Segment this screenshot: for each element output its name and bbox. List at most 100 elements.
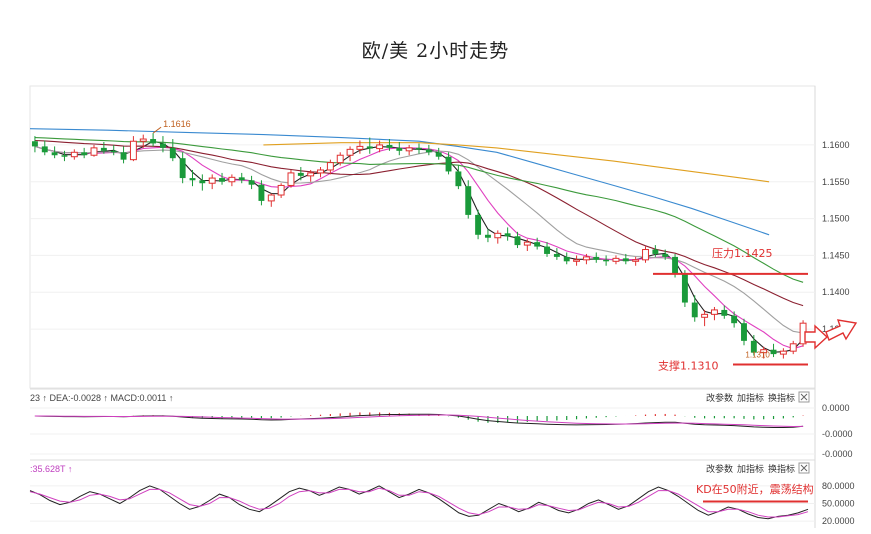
candle-body <box>228 176 236 183</box>
candle-body <box>61 155 68 157</box>
candle-body <box>445 156 452 172</box>
candle-body <box>139 138 147 142</box>
kd-d-line <box>29 487 809 518</box>
candle-body <box>90 147 98 156</box>
candle-body <box>691 302 698 318</box>
candle-body <box>553 253 560 257</box>
main-ytick-label: 1.1550 <box>822 177 850 187</box>
macd-button-2[interactable]: 换指标 <box>768 392 795 403</box>
candle-body <box>258 184 265 201</box>
candle-body <box>573 259 581 262</box>
candle-body <box>642 249 649 261</box>
candle-body <box>484 234 491 238</box>
candle-body <box>396 147 403 151</box>
kd-panel: 80.0000 50.0000 20.0000 :35.628T ↑ 改参数 加指标换… <box>29 459 855 526</box>
candle-body <box>70 151 78 158</box>
candle-body <box>169 147 176 159</box>
candle-body <box>563 256 570 262</box>
kd-button-2[interactable]: 换指标 <box>768 463 795 474</box>
candle-body <box>150 139 157 144</box>
kd-legend: :35.628T ↑ <box>30 464 72 474</box>
kd-button-1[interactable]: 加指标 <box>737 463 764 474</box>
macd-panel: 0.0000 -0.0000 -0.0000 23 ↑ DEA:-0.0028 ↑ … <box>30 388 853 459</box>
candle-body <box>710 309 718 315</box>
candle-body <box>475 214 482 235</box>
candle-body <box>504 233 511 237</box>
main-panel: 1.16001.15501.15001.14501.14001.1350 1.1… <box>29 85 858 528</box>
candle-body <box>593 256 600 260</box>
kd-annotation: KD在50附近，震荡结构 <box>696 482 814 496</box>
candle-body <box>267 194 275 202</box>
candle-body <box>317 169 324 174</box>
candle-body <box>100 147 107 151</box>
candle-body <box>208 177 216 184</box>
kd-ytick-label: 80.0000 <box>822 481 855 491</box>
candle-body <box>120 152 127 160</box>
candle-body <box>603 259 610 262</box>
candle-body <box>307 172 315 177</box>
low-marker-label: 1.1310 <box>745 351 770 360</box>
main-ytick-label: 1.1600 <box>822 140 850 150</box>
candle-body <box>514 236 521 246</box>
candle-body <box>51 152 58 156</box>
candle-body <box>425 149 432 153</box>
arrow-up-right-icon <box>825 319 858 341</box>
candle-body <box>731 315 738 324</box>
candle-body <box>41 146 48 153</box>
candle-body <box>189 178 196 181</box>
candle-body <box>779 350 787 355</box>
candle-body <box>544 246 550 254</box>
candle-body <box>129 140 137 161</box>
candle-body <box>287 172 295 186</box>
candle-body <box>366 146 373 149</box>
candle-body <box>31 141 38 147</box>
main-ytick-label: 1.1400 <box>822 287 850 297</box>
candle-body <box>770 349 777 355</box>
candle-body <box>297 172 304 176</box>
macd-ytick-label: -0.0000 <box>822 449 853 459</box>
candle-body <box>81 152 88 156</box>
candle-body <box>159 143 166 148</box>
main-ytick-label: 1.1450 <box>822 250 850 260</box>
candle-body <box>534 242 541 247</box>
candle-body <box>494 232 502 239</box>
candle-body <box>632 259 640 262</box>
candle-body <box>346 148 354 156</box>
candle-body <box>416 147 422 150</box>
candle-body <box>465 186 472 215</box>
kd-ytick-label: 20.0000 <box>822 516 855 526</box>
candle-body <box>652 249 659 254</box>
chart-canvas: 1.16001.15501.15001.14501.14001.1350 1.1… <box>29 85 858 528</box>
resistance-label: 压力1.1425 <box>712 247 773 260</box>
candle-body <box>110 150 117 153</box>
candle-body <box>356 145 364 150</box>
macd-ytick-label: 0.0000 <box>822 403 850 413</box>
candle-body <box>277 184 285 196</box>
kd-ytick-label: 50.0000 <box>822 498 855 508</box>
macd-ytick-label: -0.0000 <box>822 429 853 439</box>
candle-body <box>622 258 629 262</box>
candle-body <box>435 152 442 157</box>
main-ytick-label: 1.1500 <box>822 214 850 224</box>
candle-body <box>405 147 413 152</box>
candle-body <box>672 256 679 274</box>
candle-body <box>238 177 245 181</box>
candle-body <box>721 309 728 316</box>
candle-body <box>376 144 384 150</box>
candle-body <box>219 178 225 182</box>
candle-body <box>741 323 747 341</box>
candle-body <box>612 257 620 262</box>
candle-body <box>326 162 334 171</box>
macd-button-1[interactable]: 加指标 <box>737 392 764 403</box>
candle-body <box>582 256 590 261</box>
candle-body <box>662 253 669 257</box>
candle-body <box>701 313 709 318</box>
high-marker-label: 1.1616 <box>163 119 191 129</box>
kd-button-0[interactable]: 改参数 <box>706 463 733 474</box>
candle-body <box>336 154 344 164</box>
candle-body <box>681 273 688 303</box>
macd-button-0[interactable]: 改参数 <box>706 392 733 403</box>
macd-legend: 23 ↑ DEA:-0.0028 ↑ MACD:0.0011 ↑ <box>30 393 173 403</box>
macd-dea-line <box>34 414 804 428</box>
candle-body <box>789 343 797 352</box>
